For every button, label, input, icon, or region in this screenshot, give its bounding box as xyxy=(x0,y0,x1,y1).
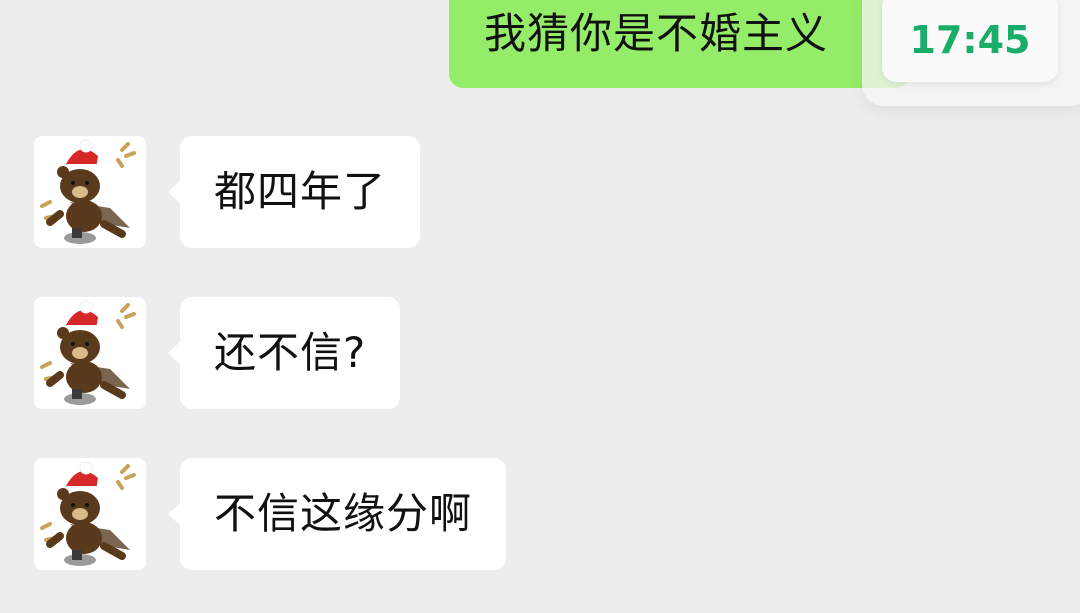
received-message-text: 都四年了 xyxy=(214,167,387,216)
received-message-text: 还不信? xyxy=(214,328,367,377)
received-message-bubble[interactable]: 都四年了 xyxy=(167,136,421,248)
sent-message-text: 我猜你是不婚主义 xyxy=(484,9,829,58)
received-message-text: 不信这缘分啊 xyxy=(214,489,473,538)
received-message: 不信这缘分啊 xyxy=(0,458,1080,572)
bear-with-santa-hat-icon xyxy=(34,136,146,248)
received-message: 都四年了 xyxy=(0,136,1080,250)
message-time: 17:45 xyxy=(909,18,1031,62)
bear-with-santa-hat-icon xyxy=(34,458,146,570)
received-message-bubble[interactable]: 还不信? xyxy=(167,297,401,409)
bear-avatar[interactable] xyxy=(34,297,146,409)
bear-avatar[interactable] xyxy=(34,458,146,570)
chat-area: 我猜你是不婚主义 17:45 都四年了 还不信? 不信这缘分啊 xyxy=(0,0,1080,613)
received-message-bubble[interactable]: 不信这缘分啊 xyxy=(167,458,507,570)
bear-with-santa-hat-icon xyxy=(34,297,146,409)
bear-avatar[interactable] xyxy=(34,136,146,248)
received-message: 还不信? xyxy=(0,297,1080,411)
